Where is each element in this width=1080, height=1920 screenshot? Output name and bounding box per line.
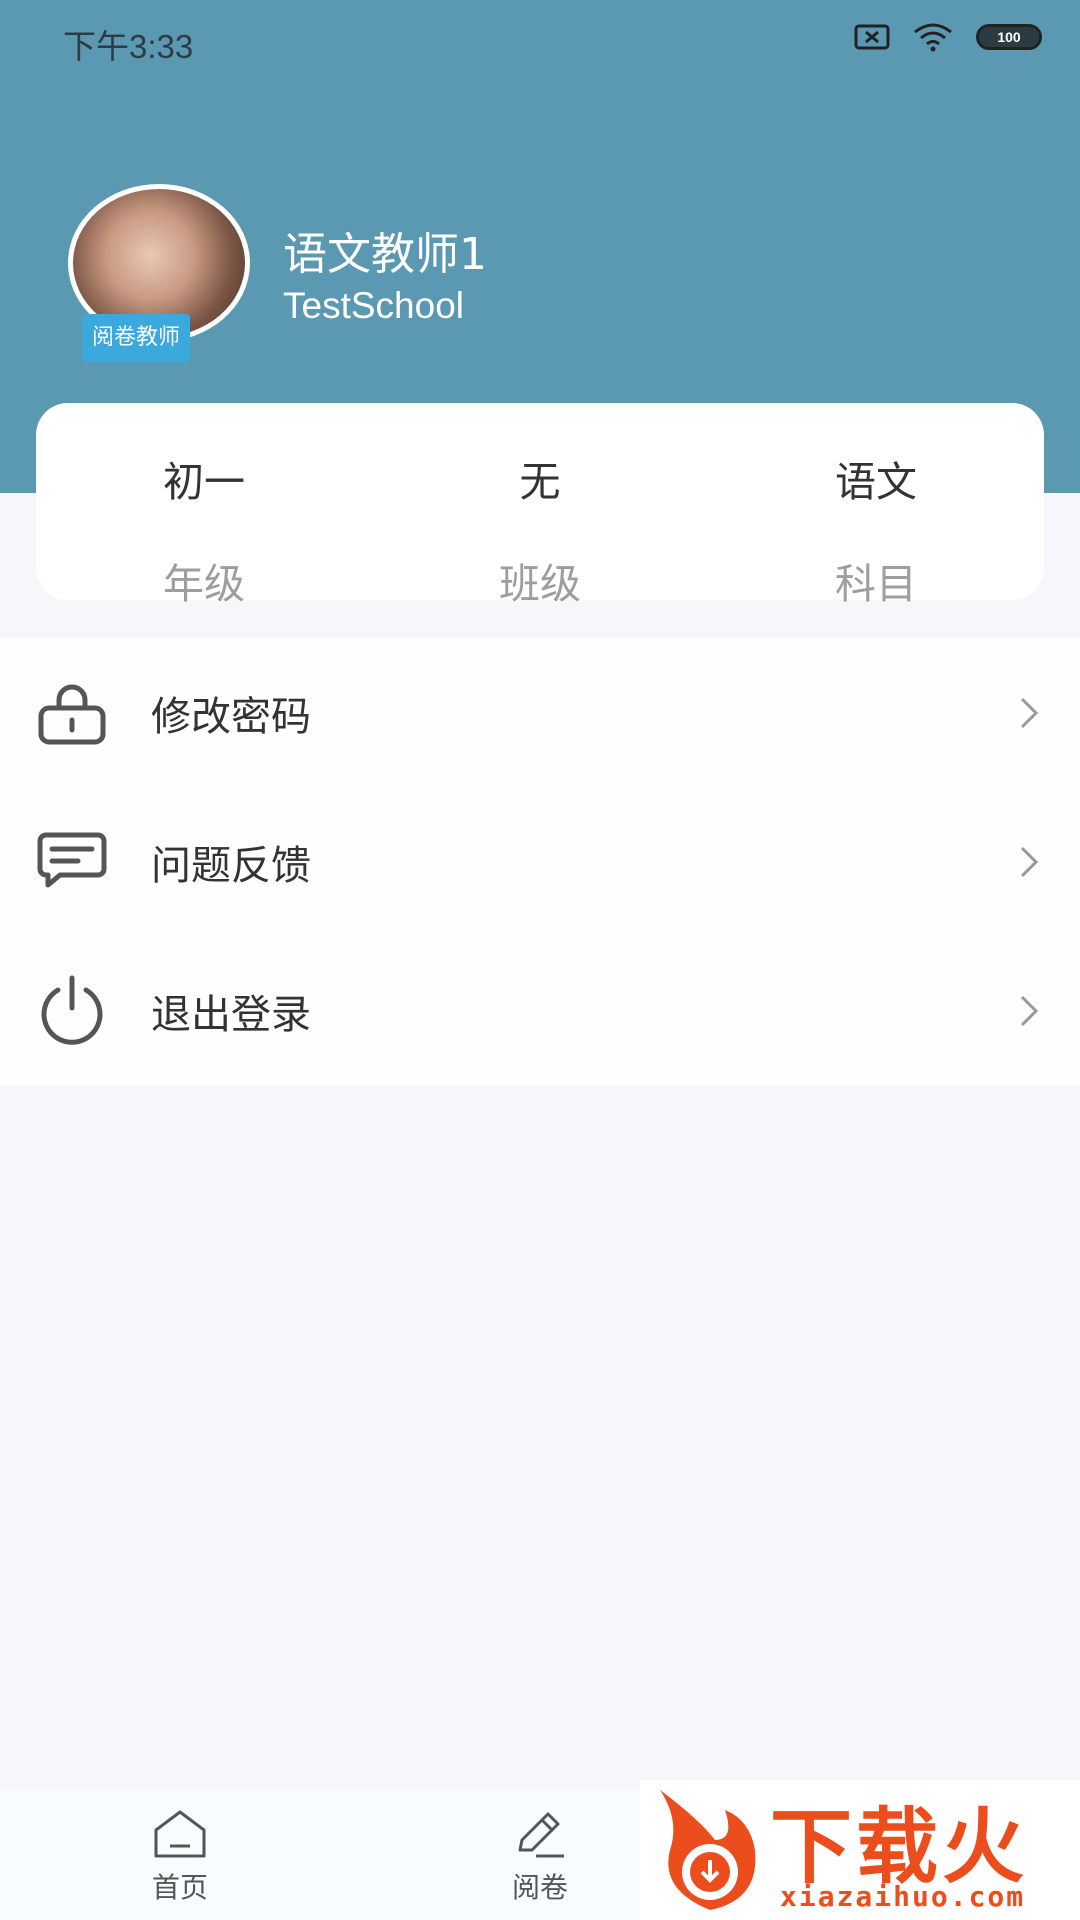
user-name: 语文教师1: [283, 229, 487, 280]
watermark-site: xiazaihuo.com: [780, 1880, 1026, 1913]
chevron-right-icon: [1020, 697, 1039, 729]
settings-menu: 修改密码 问题反馈 退出登录: [0, 638, 1080, 1085]
battery-icon: 100: [976, 24, 1042, 50]
subject-label: 科目: [835, 560, 917, 608]
tab-label: 首页: [151, 1871, 208, 1904]
grade-info: 初一 年级: [36, 403, 372, 608]
status-icons: 100: [854, 22, 1042, 52]
battery-level: 100: [997, 29, 1021, 45]
flame-logo-icon: [660, 1790, 756, 1910]
subject-info: 语文 科目: [708, 403, 1044, 608]
menu-label: 修改密码: [151, 693, 311, 740]
sim-x-icon: [854, 24, 890, 50]
tab-label: 阅卷: [511, 1871, 568, 1904]
home-icon: [154, 1810, 206, 1858]
status-time: 下午3:33: [63, 28, 194, 65]
class-info: 无 班级: [372, 403, 708, 608]
class-label: 班级: [499, 560, 581, 608]
menu-label: 退出登录: [151, 991, 311, 1038]
grade-label: 年级: [163, 560, 245, 608]
role-badge: 阅卷教师: [82, 314, 190, 362]
menu-item-change-password[interactable]: 修改密码: [0, 638, 1080, 787]
class-info-card: 初一 年级 无 班级 语文 科目: [36, 403, 1044, 608]
class-value: 无: [519, 458, 561, 506]
grade-value: 初一: [163, 458, 245, 506]
menu-item-logout[interactable]: 退出登录: [0, 936, 1080, 1085]
power-icon: [41, 975, 103, 1045]
chevron-right-icon: [1020, 995, 1039, 1027]
edit-icon: [518, 1812, 564, 1858]
menu-item-feedback[interactable]: 问题反馈: [0, 787, 1080, 936]
feedback-icon: [37, 832, 107, 888]
chevron-right-icon: [1020, 846, 1039, 878]
subject-value: 语文: [835, 458, 917, 506]
tab-grading[interactable]: 阅卷: [480, 1808, 600, 1906]
lock-icon: [38, 684, 106, 745]
user-school: TestSchool: [283, 285, 464, 326]
menu-label: 问题反馈: [151, 842, 311, 889]
wifi-icon: [914, 23, 952, 52]
tab-home[interactable]: 首页: [120, 1808, 240, 1906]
watermark-logo: 下载火 xiazaihuo.com: [640, 1780, 1080, 1920]
avatar-container[interactable]: 阅卷教师: [68, 184, 250, 366]
